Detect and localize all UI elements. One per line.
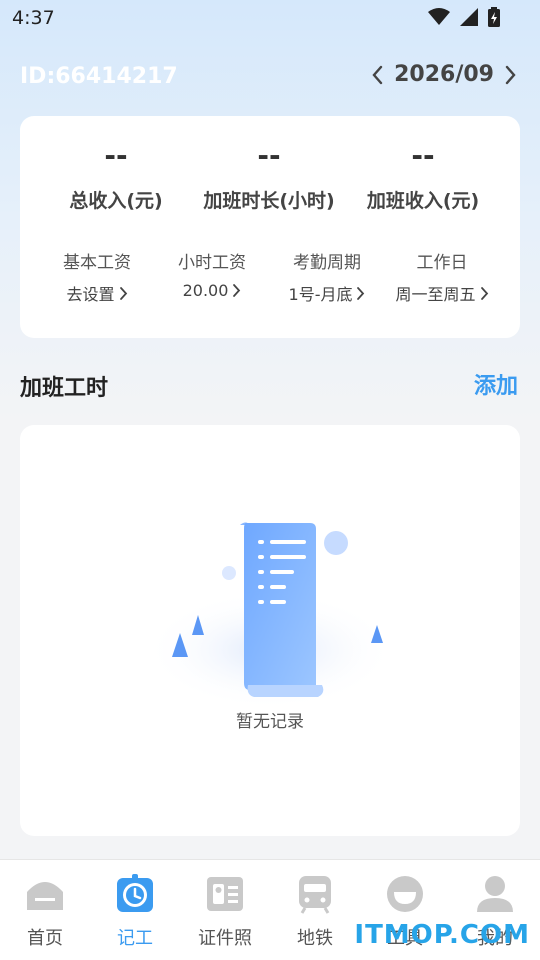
add-button[interactable]: 添加 [474, 368, 518, 400]
overtime-income-value: -- [411, 139, 435, 172]
face-icon [387, 876, 423, 912]
tab-timesheet[interactable]: 记工 [90, 874, 180, 950]
metro-icon [299, 876, 331, 914]
setting-value: 1号-月底 [288, 285, 353, 304]
tab-home[interactable]: 首页 [0, 874, 90, 950]
overtime-income-label: 加班收入(元) [366, 190, 480, 212]
wifi-icon [428, 8, 450, 25]
tab-metro[interactable]: 地铁 [270, 874, 360, 950]
setting-label: 小时工资 [178, 253, 246, 273]
chevron-left-icon[interactable] [370, 64, 384, 86]
home-icon [27, 882, 63, 910]
month-navigator: 2026/09 [370, 62, 518, 87]
tab-label: 地铁 [297, 928, 333, 949]
user-icon [477, 876, 513, 912]
overtime-income-stat: -- 加班收入(元) [343, 136, 503, 213]
status-icons [428, 7, 500, 27]
tab-id-photo[interactable]: 证件照 [180, 874, 270, 950]
chevron-right-icon [480, 286, 488, 300]
tab-label: 首页 [27, 928, 63, 949]
setting-value: 去设置 [66, 285, 115, 304]
overtime-hours-stat: -- 加班时长(小时) [189, 136, 349, 213]
header: ID:66414217 2026/09 [0, 60, 540, 96]
month-label[interactable]: 2026/09 [394, 62, 494, 87]
clock-icon [117, 874, 153, 912]
total-income-label: 总收入(元) [69, 190, 163, 212]
overtime-list-card: 暂无记录 [20, 425, 520, 836]
setting-label: 基本工资 [63, 253, 131, 273]
setting-value: 20.00 [182, 281, 229, 300]
status-time: 4:37 [12, 7, 55, 29]
chevron-right-icon [233, 284, 241, 297]
setting-base-salary[interactable]: 基本工资 去设置 [37, 248, 157, 305]
setting-hourly-wage[interactable]: 小时工资 20.00 [152, 248, 272, 300]
section-title: 加班工时 [20, 376, 109, 401]
total-income-stat: -- 总收入(元) [36, 136, 196, 213]
tab-label: 记工 [117, 928, 153, 949]
setting-workdays[interactable]: 工作日 周一至周五 [382, 248, 502, 305]
tab-label: 证件照 [198, 928, 252, 949]
battery-icon [488, 7, 500, 27]
empty-state-text: 暂无记录 [236, 712, 304, 732]
id-card-icon [207, 877, 243, 911]
summary-card: -- 总收入(元) -- 加班时长(小时) -- 加班收入(元) 基本工资 去设… [20, 116, 520, 338]
total-income-value: -- [104, 139, 128, 172]
setting-value: 周一至周五 [395, 285, 476, 304]
status-bar: 4:37 [0, 0, 540, 38]
chevron-right-icon[interactable] [504, 64, 518, 86]
setting-attendance-cycle[interactable]: 考勤周期 1号-月底 [267, 248, 387, 305]
overtime-hours-label: 加班时长(小时) [203, 190, 335, 212]
setting-label: 工作日 [416, 253, 468, 273]
chevron-right-icon [357, 286, 365, 300]
chevron-right-icon [119, 286, 127, 300]
empty-document-icon [150, 522, 390, 705]
signal-icon [460, 8, 478, 26]
overtime-hours-value: -- [257, 139, 281, 172]
watermark: ITMOP.COM [354, 920, 530, 950]
user-id: ID:66414217 [20, 64, 178, 89]
setting-label: 考勤周期 [293, 253, 361, 273]
